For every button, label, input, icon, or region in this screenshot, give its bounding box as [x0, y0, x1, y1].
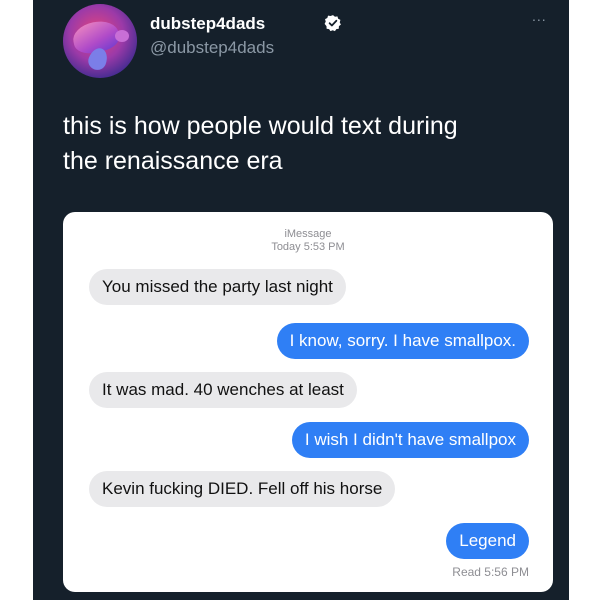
sent-message-bubble: I wish I didn't have smallpox — [291, 422, 529, 458]
more-options-icon[interactable]: ... — [532, 8, 547, 24]
tweet-card: dubstep4dads @dubstep4dads ... this is h… — [33, 0, 569, 600]
display-name[interactable]: dubstep4dads — [150, 14, 265, 34]
verified-badge-icon — [324, 15, 341, 32]
conversation-header: iMessage Today 5:53 PM — [63, 228, 553, 254]
imessage-screenshot[interactable]: iMessage Today 5:53 PM You missed the pa… — [63, 212, 553, 592]
user-handle[interactable]: @dubstep4dads — [150, 38, 274, 58]
sent-message-bubble: I know, sorry. I have smallpox. — [276, 323, 529, 359]
received-message-bubble: You missed the party last night — [89, 269, 346, 305]
read-receipt: Read 5:56 PM — [452, 565, 529, 579]
received-message-bubble: It was mad. 40 wenches at least — [89, 372, 357, 408]
received-message-bubble: Kevin fucking DIED. Fell off his horse — [89, 471, 396, 507]
tweet-text: this is how people would text during the… — [63, 109, 553, 179]
tweet-text-line: the renaissance era — [63, 147, 283, 175]
sent-message-bubble: Legend — [446, 523, 529, 559]
service-label: iMessage — [284, 228, 332, 240]
avatar[interactable] — [63, 4, 137, 78]
turtle-head-icon — [115, 30, 129, 42]
tweet-text-line: this is how people would text during — [63, 112, 458, 140]
conversation-timestamp: Today 5:53 PM — [271, 241, 345, 253]
